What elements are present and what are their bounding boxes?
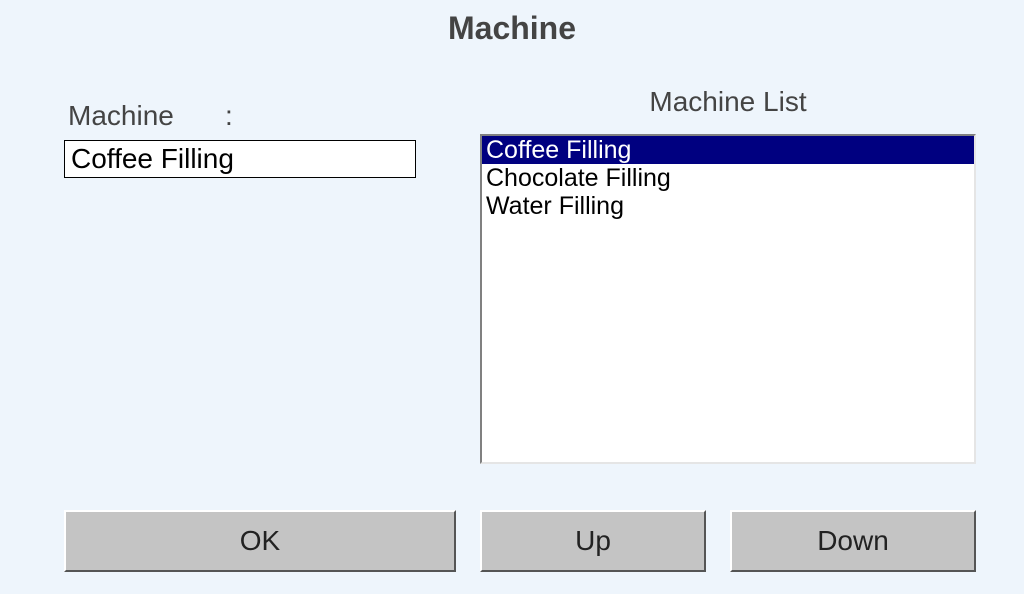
list-item[interactable]: Coffee Filling — [482, 136, 974, 164]
list-item[interactable]: Chocolate Filling — [482, 164, 974, 192]
machine-input[interactable]: Coffee Filling — [64, 140, 416, 178]
page-title: Machine — [0, 10, 1024, 47]
machine-field-colon: : — [225, 100, 233, 132]
machine-list-label: Machine List — [480, 86, 976, 118]
list-item[interactable]: Water Filling — [482, 192, 974, 220]
up-button[interactable]: Up — [480, 510, 706, 572]
machine-list[interactable]: Coffee FillingChocolate FillingWater Fil… — [480, 134, 976, 464]
ok-button[interactable]: OK — [64, 510, 456, 572]
machine-field-label: Machine — [68, 100, 174, 132]
down-button[interactable]: Down — [730, 510, 976, 572]
